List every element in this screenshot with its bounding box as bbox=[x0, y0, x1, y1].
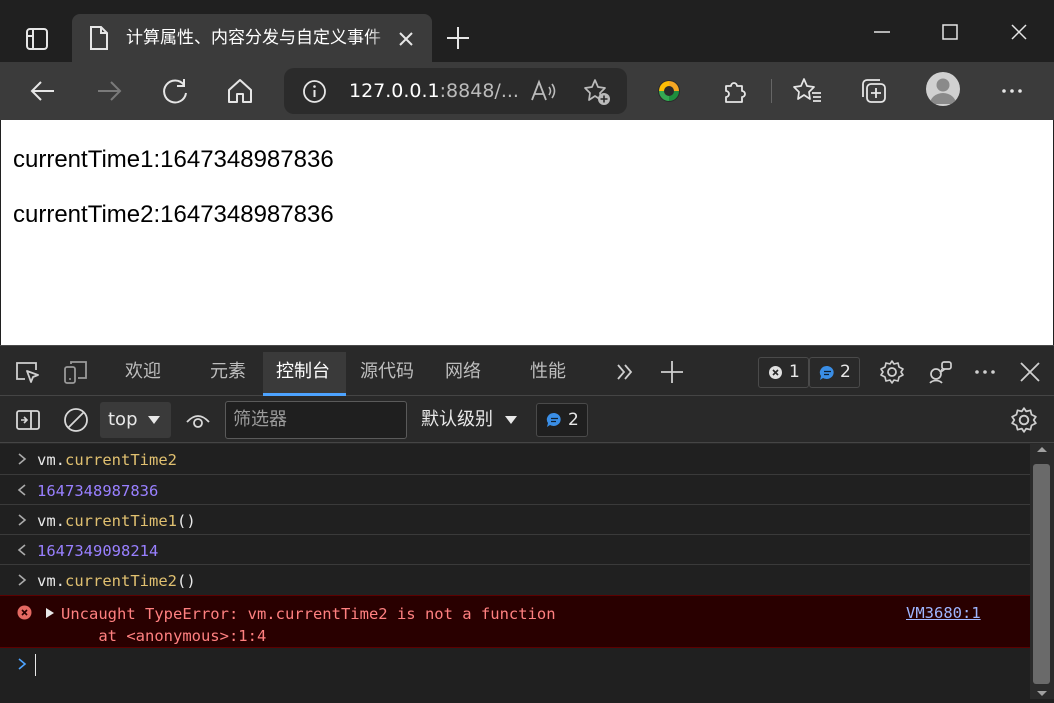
console-output-row: 1647349098214 bbox=[0, 535, 1030, 565]
issues-badge[interactable]: 2 bbox=[536, 403, 588, 437]
forward-icon[interactable] bbox=[92, 74, 126, 108]
device-icon[interactable] bbox=[62, 359, 88, 385]
eye-icon[interactable] bbox=[184, 406, 212, 434]
refresh-icon[interactable] bbox=[158, 74, 192, 108]
console-toolbar: top 筛选器 默认级别 2 bbox=[0, 397, 1054, 443]
inspect-icon[interactable] bbox=[14, 359, 40, 385]
page-viewport: currentTime1:1647348987836 currentTime2:… bbox=[1, 120, 1053, 345]
tab-actions-icon[interactable] bbox=[20, 22, 54, 56]
tab-welcome[interactable]: 欢迎 bbox=[125, 360, 161, 384]
error-source-link[interactable]: VM3680:1 bbox=[906, 603, 981, 623]
error-message: Uncaught TypeError: vm.currentTime2 is n… bbox=[61, 605, 556, 645]
address-bar[interactable]: 127.0.0.1:8848/... bbox=[284, 68, 627, 114]
current-time-1-text: currentTime1:1647348987836 bbox=[13, 146, 334, 173]
devtools-panel: 欢迎 元素 控制台 源代码 网络 性能 1 2 top 筛选器 默认级别 2 v… bbox=[0, 345, 1054, 699]
console-settings-icon[interactable] bbox=[1010, 406, 1038, 434]
maximize-icon[interactable] bbox=[928, 10, 972, 54]
expand-triangle-icon[interactable] bbox=[45, 607, 55, 619]
message-icon bbox=[819, 365, 836, 381]
console-input-text: vm.currentTime1() bbox=[37, 512, 196, 530]
collections-icon[interactable] bbox=[857, 74, 891, 108]
output-chevron-icon bbox=[17, 483, 27, 497]
chevron-down-icon bbox=[147, 415, 161, 425]
console-input-row: vm.currentTime2 bbox=[0, 444, 1030, 475]
tab-title: 计算属性、内容分发与自定义事件 bbox=[126, 28, 381, 48]
toolbar-separator bbox=[771, 79, 772, 103]
browser-tab[interactable]: 计算属性、内容分发与自定义事件 bbox=[72, 14, 432, 62]
tab-title-fade bbox=[368, 22, 392, 52]
error-icon bbox=[768, 365, 783, 380]
console-scrollbar[interactable] bbox=[1030, 444, 1054, 699]
gear-icon[interactable] bbox=[879, 359, 905, 385]
window-close-icon[interactable] bbox=[997, 10, 1041, 54]
message-count-badge[interactable]: 2 bbox=[809, 357, 860, 388]
title-bar: 计算属性、内容分发与自定义事件 bbox=[0, 0, 1054, 62]
plus-icon[interactable] bbox=[444, 24, 472, 52]
console-output-value: 1647348987836 bbox=[37, 482, 159, 500]
message-count: 2 bbox=[840, 362, 851, 382]
error-icon bbox=[17, 605, 32, 620]
devtools-close-icon[interactable] bbox=[1017, 359, 1043, 385]
home-icon[interactable] bbox=[223, 74, 257, 108]
input-chevron-icon bbox=[17, 513, 27, 527]
back-icon[interactable] bbox=[26, 74, 60, 108]
console-error-row: Uncaught TypeError: vm.currentTime2 is n… bbox=[0, 595, 1030, 648]
devtools-more-icon[interactable] bbox=[972, 359, 998, 385]
tab-console[interactable]: 控制台 bbox=[276, 360, 330, 384]
favorites-icon[interactable] bbox=[791, 74, 825, 108]
console-input-row: vm.currentTime1() bbox=[0, 505, 1030, 535]
console-output-row: 1647348987836 bbox=[0, 475, 1030, 505]
url-rest: :8848/... bbox=[439, 80, 519, 102]
input-chevron-icon bbox=[17, 573, 27, 587]
read-aloud-icon[interactable] bbox=[530, 79, 558, 103]
log-level-select[interactable]: 默认级别 bbox=[421, 409, 493, 431]
url-text: 127.0.0.1:8848/... bbox=[349, 80, 519, 102]
info-icon[interactable] bbox=[302, 79, 327, 104]
tab-performance[interactable]: 性能 bbox=[530, 360, 566, 384]
puzzle-icon[interactable] bbox=[718, 74, 752, 108]
customize-icon[interactable] bbox=[927, 359, 953, 385]
console-output-value: 1647349098214 bbox=[37, 542, 159, 560]
url-host: 127.0.0.1 bbox=[349, 80, 440, 102]
filter-input[interactable]: 筛选器 bbox=[225, 401, 407, 439]
error-count-badge[interactable]: 1 bbox=[758, 357, 809, 388]
console-input-row: vm.currentTime2() bbox=[0, 565, 1030, 595]
console-input-text: vm.currentTime2 bbox=[37, 451, 177, 469]
console-prompt-input[interactable] bbox=[35, 654, 36, 676]
devtools-tab-bar: 欢迎 元素 控制台 源代码 网络 性能 1 2 bbox=[0, 346, 1054, 396]
close-icon[interactable] bbox=[396, 29, 416, 49]
context-select[interactable]: top bbox=[100, 402, 171, 438]
tab-network[interactable]: 网络 bbox=[445, 360, 481, 384]
page-icon bbox=[88, 25, 110, 51]
tab-sources[interactable]: 源代码 bbox=[360, 360, 414, 384]
console-input-text: vm.currentTime2() bbox=[37, 572, 196, 590]
tab-elements[interactable]: 元素 bbox=[210, 360, 246, 384]
context-label: top bbox=[108, 409, 138, 430]
error-stack: at <anonymous>:1:4 bbox=[61, 627, 267, 645]
error-count: 1 bbox=[789, 362, 800, 382]
add-tab-icon[interactable] bbox=[659, 359, 685, 385]
level-chevron-down-icon[interactable] bbox=[504, 415, 518, 425]
current-time-2-text: currentTime2:1647348987836 bbox=[13, 201, 334, 228]
more-icon[interactable] bbox=[995, 74, 1029, 108]
more-tabs-icon[interactable] bbox=[612, 359, 638, 385]
sidebar-toggle-icon[interactable] bbox=[14, 406, 42, 434]
console-log: vm.currentTime2 1647348987836 vm.current… bbox=[0, 444, 1030, 699]
input-chevron-icon bbox=[17, 452, 27, 466]
minimize-icon[interactable] bbox=[860, 10, 904, 54]
prompt-chevron-icon bbox=[17, 657, 27, 671]
browser-toolbar: 127.0.0.1:8848/... bbox=[0, 62, 1054, 120]
add-favorite-icon[interactable] bbox=[582, 77, 612, 107]
output-chevron-icon bbox=[17, 543, 27, 557]
message-icon bbox=[546, 412, 563, 428]
profile-icon[interactable] bbox=[926, 72, 960, 106]
clear-console-icon[interactable] bbox=[62, 406, 90, 434]
extension-icon[interactable] bbox=[652, 74, 686, 108]
issues-count: 2 bbox=[568, 410, 579, 430]
